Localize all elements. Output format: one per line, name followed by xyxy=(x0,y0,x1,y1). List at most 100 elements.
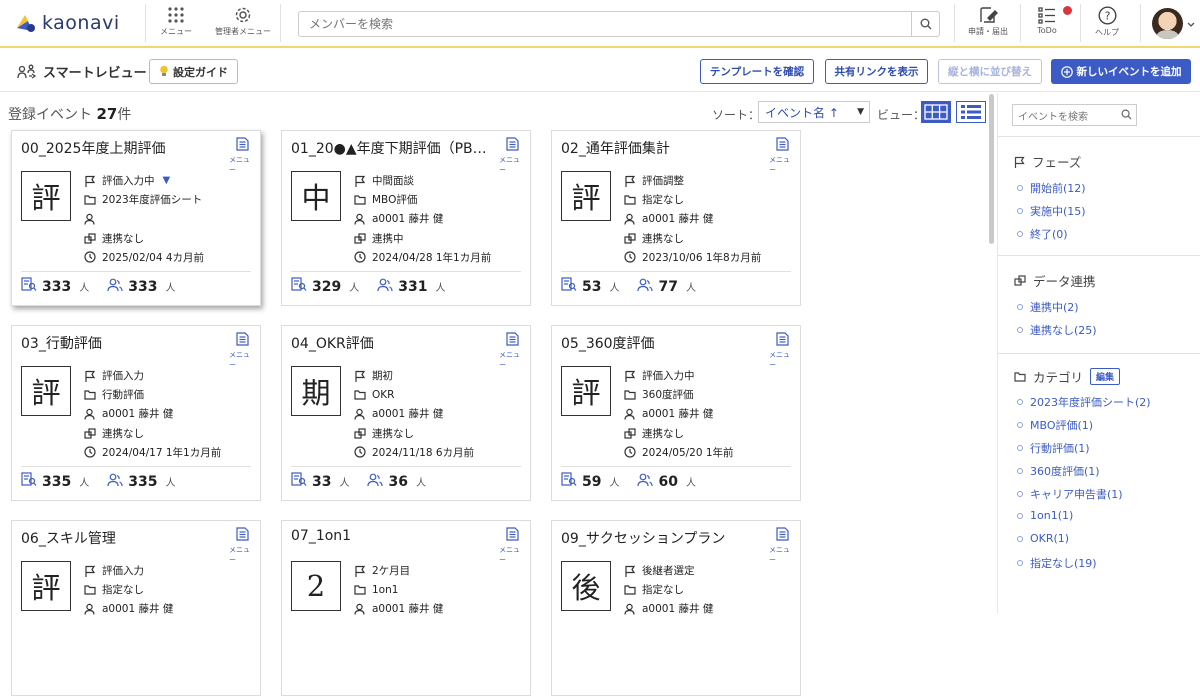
reviewer-count[interactable]: 335 人 xyxy=(107,473,175,491)
event-title[interactable]: 02_通年評価集計 xyxy=(561,138,766,158)
user-avatar[interactable] xyxy=(1152,8,1183,39)
phase-value: 中間面談 xyxy=(372,175,414,188)
phase-filter-link[interactable]: 実施中(15) xyxy=(1017,203,1086,219)
add-event-button[interactable]: 新しいイベントを追加 xyxy=(1051,59,1191,84)
event-details: 評価入力中 ▼ 2023年度評価シート 連携なし 2025/02/04 4カ月前 xyxy=(83,171,258,267)
event-card[interactable]: 09_サクセッションプラン メニュー後 後継者選定 指定なし a0001 藤井 健 xyxy=(551,520,801,696)
scrollbar-thumb[interactable] xyxy=(989,94,994,244)
category-value: 指定なし xyxy=(642,194,684,207)
setup-guide-button[interactable]: 設定ガイド xyxy=(149,59,238,84)
card-menu-button[interactable]: メニュー xyxy=(769,136,795,175)
category-filter-link[interactable]: 行動評価(1) xyxy=(1017,440,1090,456)
reviewer-count[interactable]: 331 人 xyxy=(377,278,445,296)
event-title[interactable]: 00_2025年度上期評価 xyxy=(21,138,226,158)
event-card[interactable]: 01_20●▲年度下期評価（PB… メニュー中 中間面談 MBO評価 a0001 藤井 … xyxy=(281,130,531,306)
reviewee-count[interactable]: 53 人 xyxy=(561,277,619,296)
link-icon xyxy=(623,232,636,245)
category-row: 360度評価 xyxy=(623,385,798,404)
card-menu-button[interactable]: メニュー xyxy=(499,136,525,175)
event-title[interactable]: 01_20●▲年度下期評価（PB… xyxy=(291,138,496,158)
reviewer-count[interactable]: 333 人 xyxy=(107,278,175,296)
reorder-button[interactable]: 縦と横に並び替え xyxy=(938,59,1042,84)
section-divider xyxy=(998,255,1200,256)
data-link-value: 連携なし xyxy=(642,232,684,245)
help-label: ヘルプ xyxy=(1095,28,1119,37)
category-filter-link[interactable]: 指定なし(19) xyxy=(1017,555,1097,571)
card-menu-button[interactable]: メニュー xyxy=(499,331,525,370)
card-stats: 333 人 333 人 xyxy=(21,277,175,296)
card-stats: 33 人 36 人 xyxy=(291,472,426,491)
reviewer-count[interactable]: 77 人 xyxy=(637,278,696,296)
card-menu-button[interactable]: メニュー xyxy=(229,526,255,565)
reviewee-count[interactable]: 33 人 xyxy=(291,472,349,491)
owner-value: a0001 藤井 健 xyxy=(642,603,714,616)
request-button[interactable]: 申請・届出 xyxy=(958,6,1018,44)
event-title[interactable]: 09_サクセッションプラン xyxy=(561,528,766,548)
owner-row: a0001 藤井 健 xyxy=(353,404,528,423)
data-link-filter[interactable]: 連携なし(25) xyxy=(1017,322,1097,338)
category-filter-link[interactable]: OKR(1) xyxy=(1017,532,1069,545)
card-menu-button[interactable]: メニュー xyxy=(769,331,795,370)
event-card[interactable]: 00_2025年度上期評価 メニュー評 評価入力中 ▼ 2023年度評価シート 連携なし 2… xyxy=(11,130,261,306)
event-search-field[interactable]: イベントを検索 xyxy=(1012,104,1137,126)
event-card[interactable]: 03_行動評価 メニュー評 評価入力 行動評価 a0001 藤井 健連携なし 2024/0… xyxy=(11,325,261,501)
request-form-icon xyxy=(980,7,998,23)
owner-value: a0001 藤井 健 xyxy=(642,408,714,421)
event-card[interactable]: 07_1on1 メニュー 2 2ケ月目 1on1 a0001 藤井 健 xyxy=(281,520,531,696)
phase-dropdown-icon[interactable]: ▼ xyxy=(163,175,171,186)
help-button[interactable]: ? ヘルプ xyxy=(1077,6,1137,44)
chevron-down-icon[interactable] xyxy=(1187,22,1195,28)
category-row: 指定なし xyxy=(623,580,798,599)
sort-select[interactable]: イベント名 ↑ ▼ xyxy=(758,101,870,123)
event-kanji-badge: 評 xyxy=(21,561,71,611)
reviewee-count[interactable]: 333 人 xyxy=(21,277,89,296)
view-template-button[interactable]: テンプレートを確認 xyxy=(700,59,814,84)
category-filter-link[interactable]: 360度評価(1) xyxy=(1017,463,1100,479)
folder-icon xyxy=(83,388,96,401)
event-title[interactable]: 06_スキル管理 xyxy=(21,528,226,548)
category-filter-link[interactable]: 1on1(1) xyxy=(1017,509,1073,522)
lightbulb-icon xyxy=(160,65,168,76)
card-menu-button[interactable]: メニュー xyxy=(769,526,795,565)
event-title[interactable]: 07_1on1 xyxy=(291,528,496,544)
grid-view-button[interactable] xyxy=(921,101,951,123)
search-button[interactable] xyxy=(911,12,939,36)
reviewee-count[interactable]: 335 人 xyxy=(21,472,89,491)
event-card[interactable]: 06_スキル管理 メニュー評 評価入力 指定なし a0001 藤井 健 xyxy=(11,520,261,696)
card-menu-button[interactable]: メニュー xyxy=(499,526,525,565)
event-title[interactable]: 03_行動評価 xyxy=(21,333,226,353)
todo-label: ToDo xyxy=(1037,26,1057,35)
card-menu-button[interactable]: メニュー xyxy=(229,136,255,175)
category-value: 行動評価 xyxy=(102,389,144,402)
card-menu-button[interactable]: メニュー xyxy=(229,331,255,370)
event-card[interactable]: 04_OKR評価 メニュー期 期初 OKR a0001 藤井 健連携なし 2024/11/… xyxy=(281,325,531,501)
show-share-link-button[interactable]: 共有リンクを表示 xyxy=(825,59,928,84)
event-card[interactable]: 02_通年評価集計 メニュー評 評価調整 指定なし a0001 藤井 健連携なし 2023… xyxy=(551,130,801,306)
category-filter-link[interactable]: 2023年度評価シート(2) xyxy=(1017,394,1151,410)
member-search-input[interactable] xyxy=(299,12,911,36)
date-value: 2024/04/17 1年1カ月前 xyxy=(102,446,222,459)
phase-filter-link[interactable]: 終了(0) xyxy=(1017,226,1068,242)
date-row: 2024/04/17 1年1カ月前 xyxy=(83,443,258,462)
phase-filter-link[interactable]: 開始前(12) xyxy=(1017,180,1086,196)
kaonavi-logo[interactable]: kaonavi xyxy=(14,12,120,34)
grid-view-icon xyxy=(924,104,948,120)
flag-icon xyxy=(353,174,366,187)
edit-category-button[interactable]: 編集 xyxy=(1090,368,1121,385)
category-filter-link[interactable]: キャリア申告書(1) xyxy=(1017,486,1123,502)
unit-label: 人 xyxy=(339,478,350,489)
reviewee-count[interactable]: 59 人 xyxy=(561,472,619,491)
event-card[interactable]: 05_360度評価 メニュー評 評価入力中 360度評価 a0001 藤井 健連携なし 2… xyxy=(551,325,801,501)
list-view-button[interactable] xyxy=(956,101,986,123)
menu-button[interactable]: メニュー xyxy=(146,6,206,44)
event-title[interactable]: 04_OKR評価 xyxy=(291,333,496,353)
unit-label: 人 xyxy=(165,283,176,294)
category-filter-link[interactable]: MBO評価(1) xyxy=(1017,417,1093,433)
reviewer-count[interactable]: 60 人 xyxy=(637,473,696,491)
reviewer-count[interactable]: 36 人 xyxy=(367,473,426,491)
admin-menu-button[interactable]: 管理者メニュー xyxy=(213,6,273,44)
event-title[interactable]: 05_360度評価 xyxy=(561,333,766,353)
data-link-filter[interactable]: 連携中(2) xyxy=(1017,299,1079,315)
reviewee-count[interactable]: 329 人 xyxy=(291,277,359,296)
event-details: 評価入力中 360度評価 a0001 藤井 健連携なし 2024/05/20 1年前 xyxy=(623,366,798,462)
